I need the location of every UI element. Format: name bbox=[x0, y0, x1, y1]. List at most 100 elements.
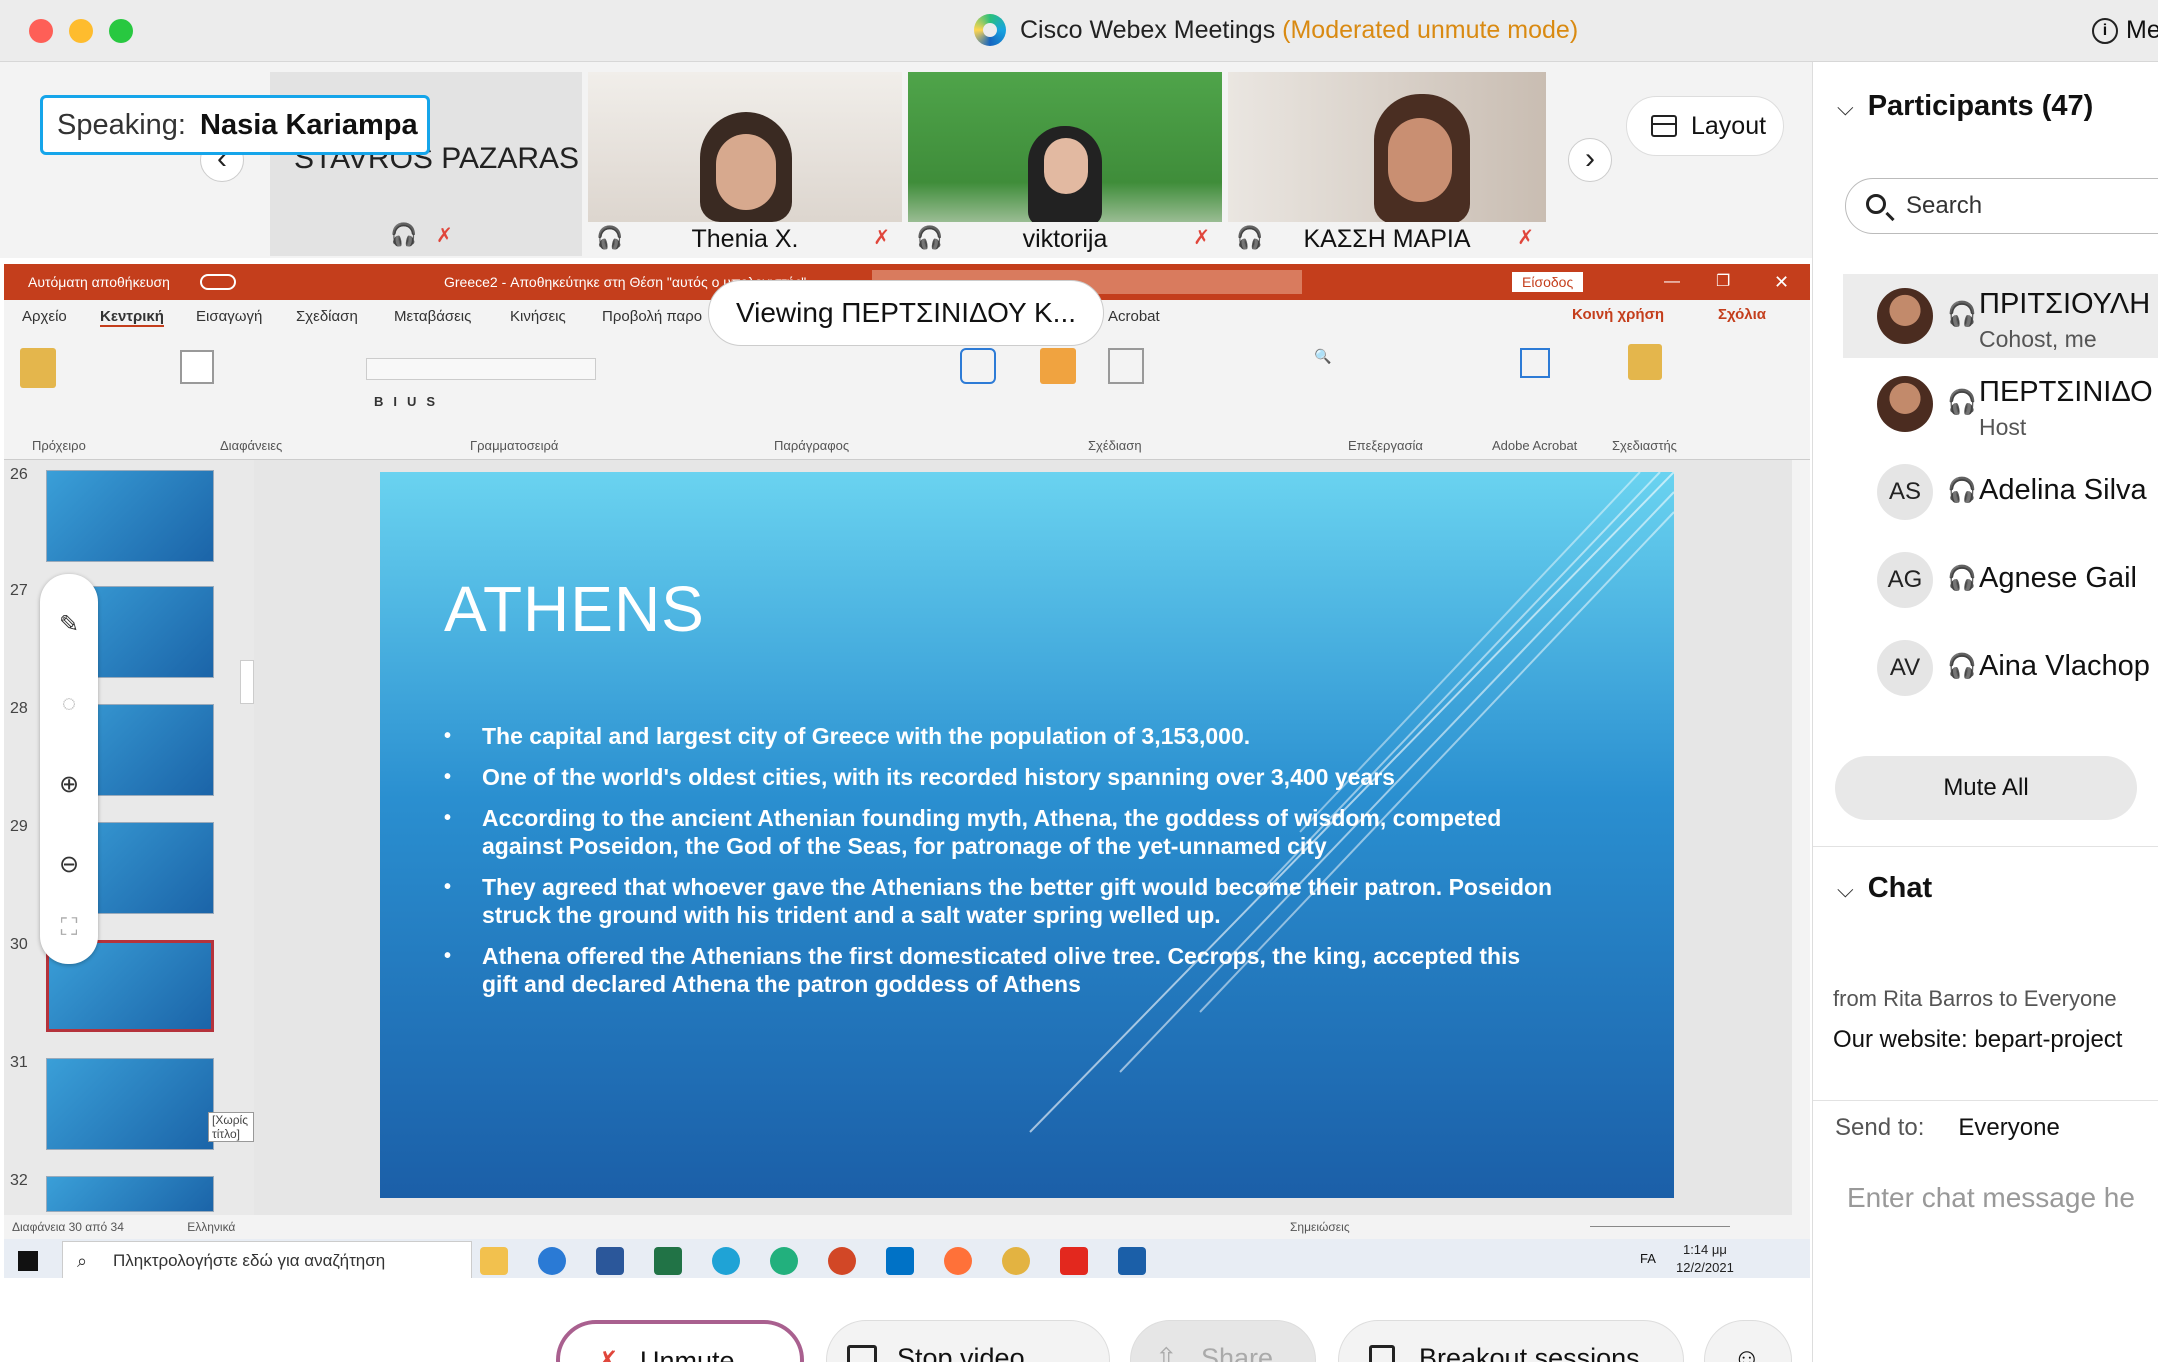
app-icon[interactable] bbox=[538, 1247, 566, 1275]
acrobat-icon[interactable] bbox=[1060, 1247, 1088, 1275]
acrobat-pdf-icon[interactable] bbox=[1520, 348, 1550, 378]
edge-icon[interactable] bbox=[712, 1247, 740, 1275]
tab-insert[interactable]: Εισαγωγή bbox=[196, 308, 262, 325]
participants-header[interactable]: ⌵ Participants (47) bbox=[1837, 90, 2093, 123]
notes-button[interactable]: Σημειώσεις bbox=[1290, 1215, 1350, 1239]
strip-next-button[interactable]: › bbox=[1568, 138, 1612, 182]
participant-tile-kassi[interactable]: ΚΑΣΣΗ ΜΑΡΙΑ 🎧 ✗ bbox=[1228, 72, 1546, 256]
group-font: Γραμματοσειρά bbox=[470, 438, 559, 453]
designer-icon[interactable] bbox=[1628, 344, 1662, 380]
chat-header[interactable]: ⌵ Chat bbox=[1837, 872, 1932, 905]
breakout-sessions-button[interactable]: Breakout sessions bbox=[1338, 1320, 1684, 1362]
ppt-status-bar: Διαφάνεια 30 από 34 Ελληνικά Σημειώσεις bbox=[4, 1215, 1810, 1239]
participant-tile-viktorija[interactable]: viktorija 🎧 ✗ bbox=[908, 72, 1222, 256]
input-language[interactable]: FA bbox=[1640, 1251, 1656, 1266]
participant-row[interactable]: 🎧 ΠΡΙΤΣΙΟΥΛΗ Cohost, me bbox=[1843, 274, 2158, 358]
headset-icon: 🎧 bbox=[1947, 653, 1977, 680]
paste-icon[interactable] bbox=[20, 348, 56, 388]
tab-slideshow[interactable]: Προβολή παρο bbox=[602, 308, 702, 325]
tab-home[interactable]: Κεντρική bbox=[100, 308, 164, 327]
tab-file[interactable]: Αρχείο bbox=[22, 308, 67, 325]
slide-thumbnail[interactable] bbox=[46, 1176, 214, 1212]
arrange-icon[interactable] bbox=[1040, 348, 1076, 384]
panel-divider bbox=[1813, 1100, 2158, 1101]
find-button[interactable]: 🔍 bbox=[1314, 348, 1331, 365]
tab-animations[interactable]: Κινήσεις bbox=[510, 308, 566, 325]
chrome-icon[interactable] bbox=[1002, 1247, 1030, 1275]
share-button[interactable]: ⇧ Share bbox=[1130, 1320, 1316, 1362]
clock-date: 12/2/2021 bbox=[1676, 1260, 1734, 1275]
current-slide: ATHENS The capital and largest city of G… bbox=[380, 472, 1674, 1198]
slide-thumbnail[interactable] bbox=[46, 1058, 214, 1150]
chat-input[interactable]: Enter chat message he bbox=[1847, 1182, 2135, 1214]
mute-all-button[interactable]: Mute All bbox=[1835, 756, 2137, 820]
search-icon: ⌕ bbox=[77, 1251, 88, 1271]
shapes-icon[interactable] bbox=[960, 348, 996, 384]
me-menu[interactable]: Me bbox=[2126, 16, 2158, 45]
reactions-button[interactable]: ☺ bbox=[1704, 1320, 1792, 1362]
slide-counter: Διαφάνεια 30 από 34 bbox=[12, 1220, 124, 1234]
start-icon[interactable] bbox=[18, 1251, 38, 1271]
ribbon: BIUS 🔍 Πρόχειρο Διαφάνειες Γραμματοσειρά… bbox=[4, 334, 1810, 460]
taskbar-clock[interactable]: 1:14 μμ 12/2/2021 bbox=[1676, 1241, 1734, 1277]
close-window-button[interactable] bbox=[29, 19, 53, 43]
excel-icon[interactable] bbox=[654, 1247, 682, 1275]
tab-design[interactable]: Σχεδίαση bbox=[296, 308, 358, 325]
firefox-icon[interactable] bbox=[944, 1247, 972, 1275]
ppt-share-button[interactable]: Κοινή χρήση bbox=[1564, 306, 1672, 323]
font-selector[interactable] bbox=[366, 358, 596, 380]
zoom-in-icon[interactable]: ⊕ bbox=[40, 770, 98, 799]
laser-pointer-icon[interactable]: ◌ bbox=[40, 690, 98, 718]
muted-mic-icon: ✗ bbox=[873, 227, 890, 249]
send-to-label: Send to: bbox=[1835, 1114, 1925, 1141]
layout-button[interactable]: Layout bbox=[1626, 96, 1784, 156]
slide-bullets: The capital and largest city of Greece w… bbox=[444, 722, 1554, 1011]
participant-row[interactable]: AG 🎧 Agnese Gail bbox=[1843, 538, 2158, 622]
participant-tile-thenia[interactable]: Thenia X. 🎧 ✗ bbox=[588, 72, 902, 256]
muted-mic-icon: ✗ bbox=[1517, 227, 1534, 249]
participant-row[interactable]: AS 🎧 Adelina Silva bbox=[1843, 450, 2158, 534]
participant-search-input[interactable]: Search bbox=[1845, 178, 2158, 234]
stop-video-button[interactable]: Stop video bbox=[826, 1320, 1110, 1362]
send-to-selector[interactable]: Send to: Everyone bbox=[1835, 1114, 2060, 1142]
minimize-window-button[interactable] bbox=[69, 19, 93, 43]
zoom-slider[interactable] bbox=[1590, 1226, 1730, 1227]
zoom-window-button[interactable] bbox=[109, 19, 133, 43]
ppt-restore-icon[interactable]: ❐ bbox=[1716, 264, 1730, 300]
pen-icon[interactable]: ✎ bbox=[40, 610, 98, 639]
ppt-minimize-icon[interactable]: — bbox=[1664, 264, 1680, 300]
ppt-comments-button[interactable]: Σχόλια bbox=[1710, 306, 1774, 323]
tab-transitions[interactable]: Μεταβάσεις bbox=[394, 308, 471, 325]
thumb-number: 26 bbox=[10, 466, 28, 483]
slide-thumbnail[interactable] bbox=[46, 470, 214, 562]
photos-icon[interactable] bbox=[1118, 1247, 1146, 1275]
slide-title: ATHENS bbox=[444, 573, 705, 645]
quick-styles-icon[interactable] bbox=[1108, 348, 1144, 384]
new-slide-icon[interactable] bbox=[180, 350, 214, 384]
unmute-button[interactable]: ✗ Unmute bbox=[556, 1320, 804, 1362]
participant-row[interactable]: 🎧 ΠΕΡΤΣΙΝΙΔΟ Host bbox=[1843, 362, 2158, 446]
font-format-buttons[interactable]: BIUS bbox=[374, 394, 445, 409]
active-speaker-label: Speaking: Nasia Kariampa bbox=[40, 95, 430, 155]
annotation-toolbar: ✎ ◌ ⊕ ⊖ ⛶ bbox=[40, 574, 98, 964]
autosave-toggle[interactable] bbox=[200, 274, 236, 290]
thumbs-scroll-thumb[interactable] bbox=[240, 660, 254, 704]
powerpoint-icon[interactable] bbox=[828, 1247, 856, 1275]
speaking-label: Speaking: bbox=[57, 109, 186, 141]
file-explorer-icon[interactable] bbox=[480, 1247, 508, 1275]
slide-scrollbar[interactable] bbox=[1792, 460, 1810, 1215]
signin-button[interactable]: Είσοδος bbox=[1512, 272, 1584, 292]
zoom-out-icon[interactable]: ⊖ bbox=[40, 850, 98, 879]
word-icon[interactable] bbox=[596, 1247, 624, 1275]
app-title: Cisco Webex Meetings (Moderated unmute m… bbox=[1020, 16, 1578, 45]
taskbar-search[interactable]: ⌕ Πληκτρολογήστε εδώ για αναζήτηση bbox=[62, 1241, 472, 1278]
share-label: Share bbox=[1201, 1343, 1274, 1362]
outlook-icon[interactable] bbox=[886, 1247, 914, 1275]
face-shape bbox=[1044, 138, 1088, 194]
tab-acrobat[interactable]: Acrobat bbox=[1108, 308, 1160, 325]
participant-row[interactable]: AV 🎧 Aina Vlachop bbox=[1843, 626, 2158, 710]
fullscreen-icon[interactable]: ⛶ bbox=[40, 914, 98, 942]
webex-taskbar-icon[interactable] bbox=[770, 1247, 798, 1275]
ppt-close-icon[interactable]: ✕ bbox=[1774, 264, 1789, 300]
info-icon[interactable]: i bbox=[2092, 18, 2118, 44]
